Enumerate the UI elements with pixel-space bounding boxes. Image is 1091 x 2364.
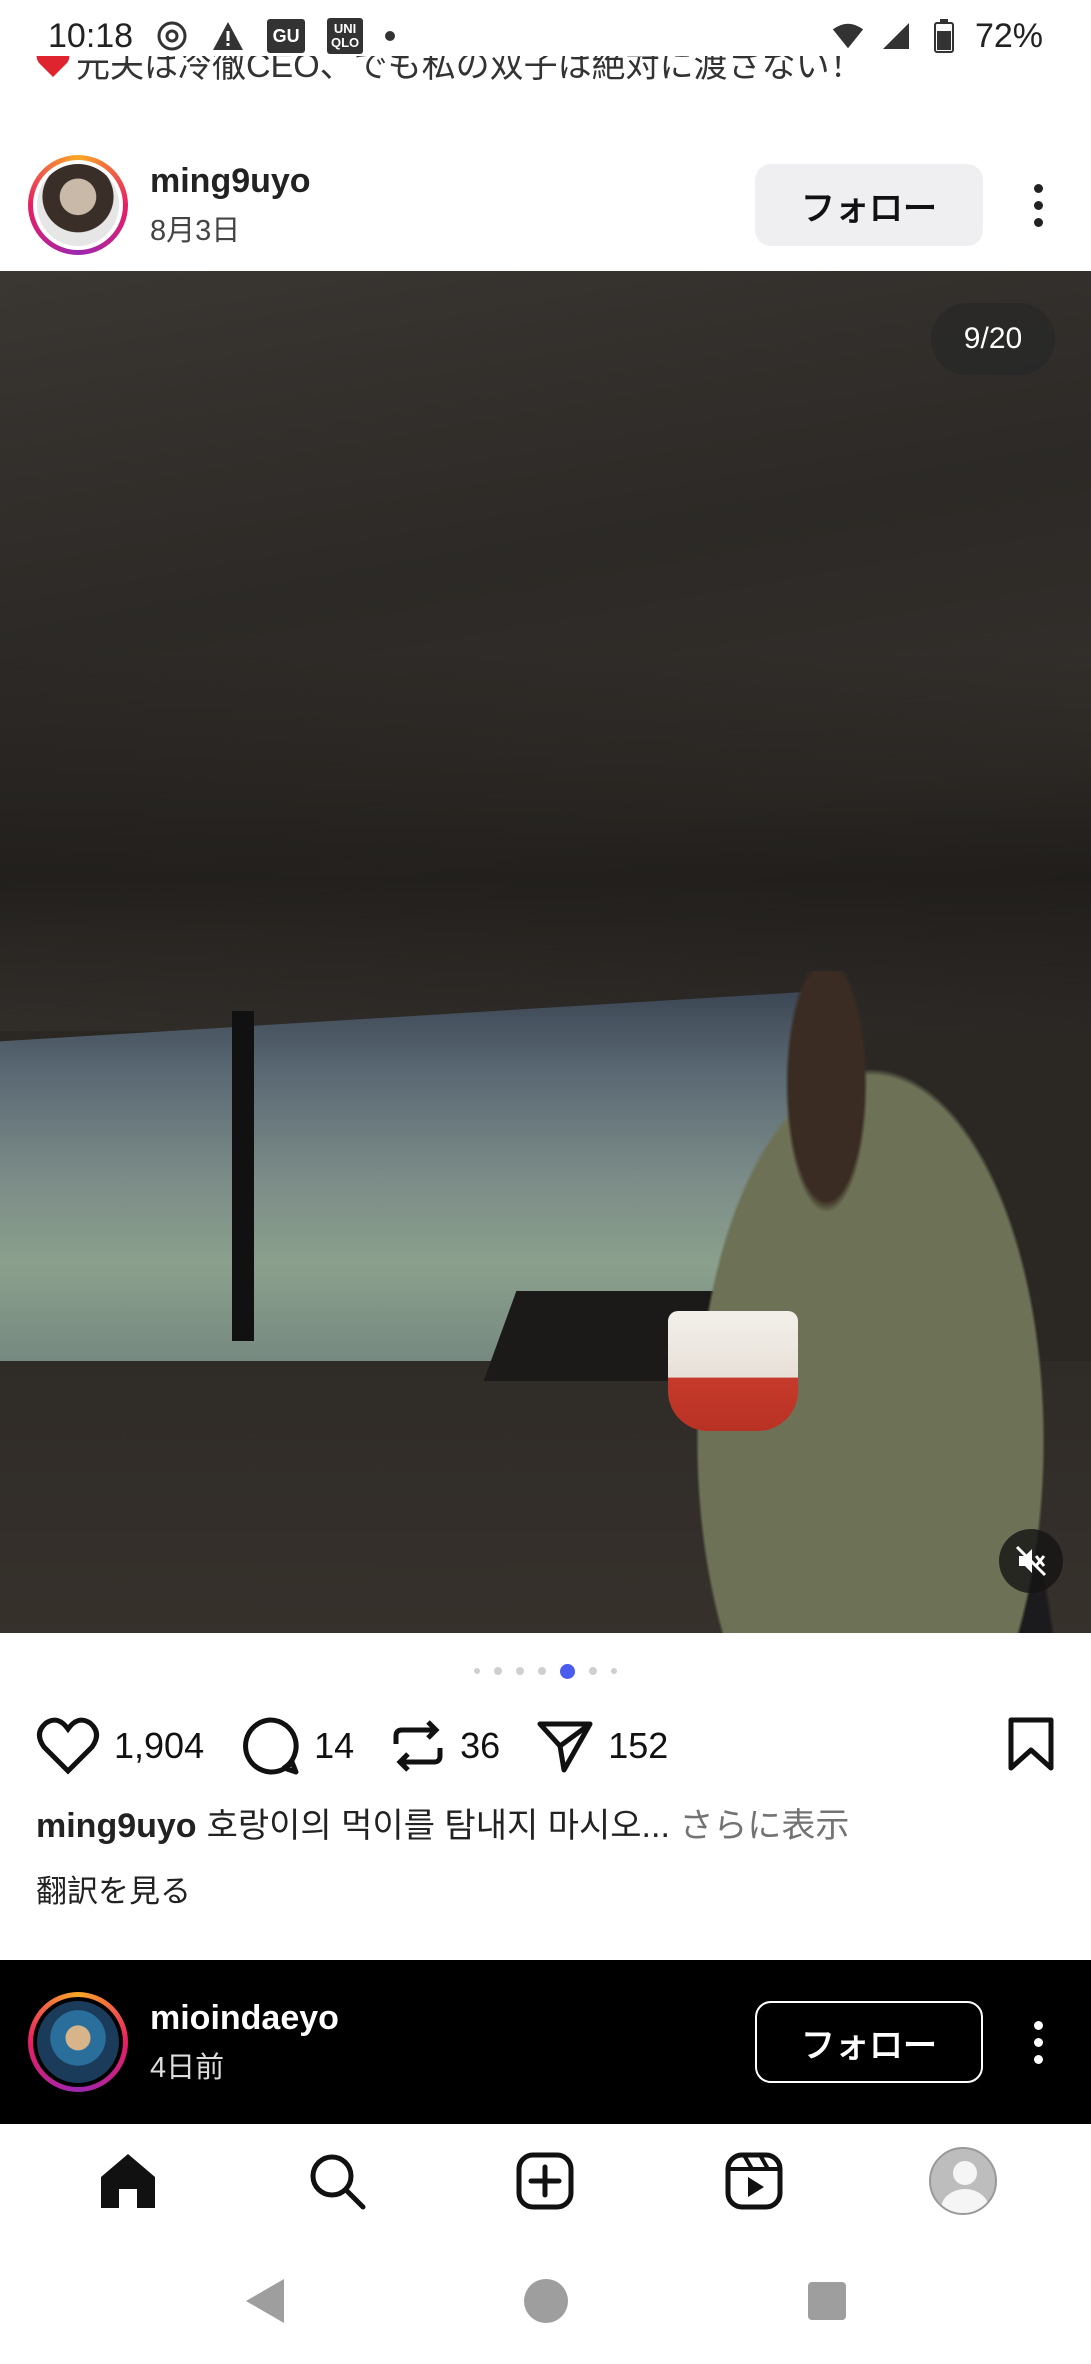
threads-icon [155,19,189,53]
repost-icon [393,1720,443,1772]
post-username[interactable]: ming9uyo [150,162,311,201]
see-translation-link[interactable]: 翻訳を見る [36,1866,191,1911]
home-icon[interactable] [78,2131,178,2231]
post-date: 8月3日 [150,214,241,247]
system-nav-bar [0,2238,1091,2364]
user-meta: ming9uyo 8月3日 [150,162,311,249]
uniqlo-label-top: UNI [333,21,357,36]
next-follow-button[interactable]: フォロー [755,2001,983,2083]
home-button-icon[interactable] [523,2279,568,2323]
profile-avatar[interactable] [913,2131,1013,2231]
comment-icon [243,1717,299,1775]
post-caption[interactable]: ming9uyo 호랑이의 먹이를 탐내지 마시오... さらに表示 [36,1798,1056,1847]
next-avatar[interactable] [28,1992,128,2092]
uniqlo-label-bottom: QLO [331,35,360,50]
carousel-dot [589,1667,597,1675]
share-button[interactable]: 152 [536,1718,668,1774]
create-post-icon[interactable] [495,2131,595,2231]
heart-red-icon [36,56,70,77]
warning-icon [211,19,245,53]
battery-percent: 72% [974,16,1043,55]
carousel-dot [474,1668,480,1674]
battery-icon [927,19,961,53]
signal-icon [879,19,913,53]
carousel-dot [538,1667,546,1675]
comment-count: 14 [314,1725,355,1766]
heart-icon [37,1717,99,1775]
next-post-date: 4日前 [150,2051,225,2084]
clock: 10:18 [48,16,134,55]
follow-button[interactable]: フォロー [755,164,983,246]
see-more-link[interactable]: さらに表示 [679,1807,849,1845]
mute-icon[interactable] [999,1529,1063,1593]
post-header: ming9uyo 8月3日 フォロー [0,140,1091,270]
repost-count: 36 [460,1725,501,1766]
bottom-nav [0,2124,1091,2238]
avatar[interactable] [28,155,128,255]
caption-text: 호랑이의 먹이를 탐내지 마시오... [206,1807,670,1845]
uniqlo-icon: UNI QLO [327,18,364,54]
bookmark-button[interactable] [1007,1716,1055,1777]
send-icon [537,1721,593,1773]
wifi-icon [831,19,865,53]
carousel-dot [494,1667,502,1675]
more-options-icon[interactable] [1013,164,1063,246]
comment-button[interactable]: 14 [240,1716,354,1776]
carousel-dots [0,1660,1091,1682]
back-icon[interactable] [245,2279,284,2323]
status-left: 10:18 GU UNI QLO [48,16,396,56]
post-photo[interactable]: 9/20 [0,271,1091,1633]
carousel-dot [516,1667,524,1675]
previous-post-caption[interactable]: 元夫は冷徹CEO、でも私の双子は絶対に渡さない！ [36,56,1056,92]
like-button[interactable]: 1,904 [36,1717,204,1775]
photo-noodle-cup [668,1311,798,1431]
next-more-options-icon[interactable] [1013,2001,1063,2083]
bookmark-icon [1008,1717,1054,1770]
caption-username[interactable]: ming9uyo [36,1807,197,1845]
status-right: 72% [831,17,1043,56]
more-notifications-dot [385,31,396,41]
search-icon[interactable] [287,2131,387,2231]
share-count: 152 [608,1725,669,1766]
carousel-dot [611,1668,617,1674]
photo-window-bar [232,1011,254,1341]
next-user-meta: mioindaeyo 4日前 [150,1999,339,2086]
like-count: 1,904 [114,1725,205,1766]
gu-icon: GU [267,19,306,53]
recent-apps-icon[interactable] [807,2282,846,2320]
carousel-dot-active [560,1663,575,1679]
next-post-username[interactable]: mioindaeyo [150,1999,339,2038]
reels-icon[interactable] [704,2131,804,2231]
carousel-counter: 9/20 [931,303,1055,375]
previous-caption-text: 元夫は冷徹CEO、でも私の双子は絶対に渡さない！ [76,56,864,85]
post-actions: 1,904 14 36 152 [0,1706,1091,1786]
next-post-header: mioindaeyo 4日前 フォロー [0,1960,1091,2124]
repost-button[interactable]: 36 [390,1718,500,1774]
